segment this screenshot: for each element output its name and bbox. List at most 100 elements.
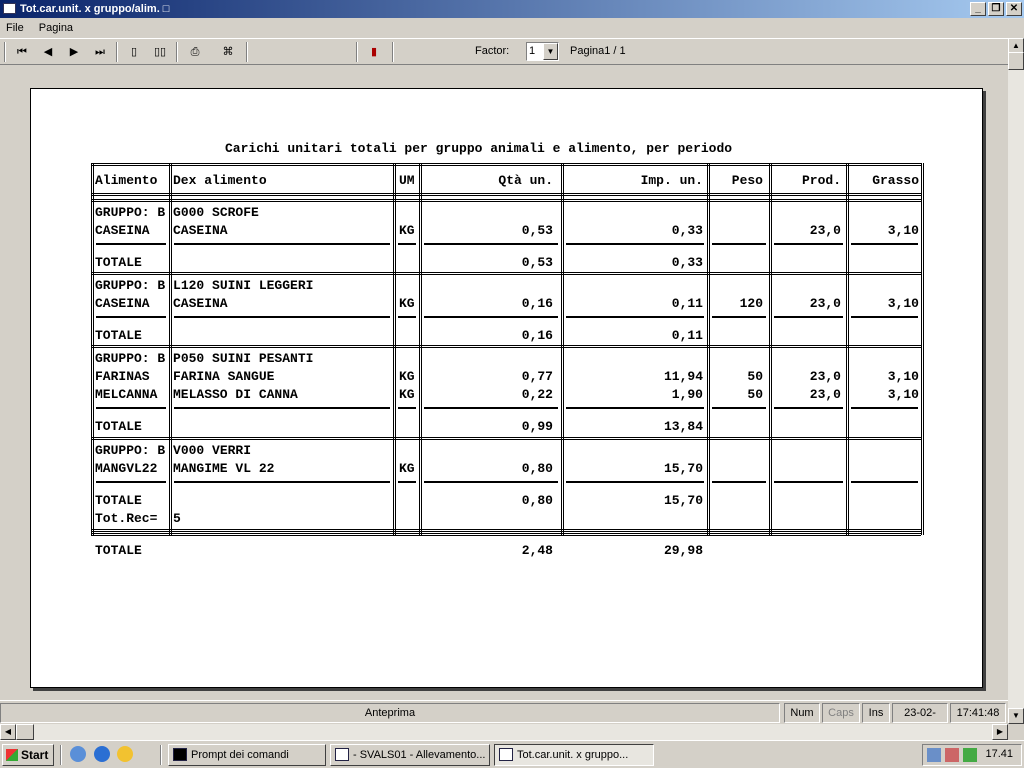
group-label: GRUPPO: B G000 SCROFE [95,205,259,220]
scroll-left-icon[interactable]: ◀ [0,724,16,740]
subtotal-rule [424,481,558,483]
data-cell: KG [399,296,415,311]
subtotal-rule [96,316,166,318]
network-icon[interactable] [927,748,941,762]
prev-page-icon[interactable]: ◀ [38,43,58,61]
system-tray: 17.41 [922,744,1022,766]
taskbar: Start Prompt dei comandi - SVALS01 - All… [0,740,1024,768]
column-header: Dex alimento [173,173,267,188]
title-bar[interactable]: Tot.car.unit. x gruppo/alim. □ _ ❐ ✕ [0,0,1024,18]
subtotal-rule [174,481,390,483]
subtotal-rule [398,407,416,409]
minimize-button[interactable]: _ [970,2,986,16]
table-top-rule [91,163,921,166]
data-cell: MANGIME VL 22 [173,461,275,476]
column-rule [419,163,422,535]
task-report[interactable]: Tot.car.unit. x gruppo... [494,744,654,766]
next-page-icon[interactable]: ▶ [64,43,84,61]
subtotal-rule [712,407,766,409]
data-cell: 23,0 [809,223,841,238]
window-icon [3,3,16,14]
export-icon[interactable]: ⌘ [218,43,238,61]
media-player-icon[interactable] [117,746,133,762]
column-rule [393,163,396,535]
desktop-icon[interactable] [70,746,86,762]
data-cell: KG [399,223,415,238]
subtotal-rule [712,481,766,483]
data-cell: 0,77 [521,369,553,384]
status-time: 17:41:48 [950,703,1006,723]
group-rule [91,529,921,532]
subtotal-rule [174,316,390,318]
close-button[interactable]: ✕ [1006,2,1022,16]
data-cell: 50 [747,369,763,384]
data-cell: 23,0 [809,296,841,311]
status-ins: Ins [862,703,890,723]
total-rec-value: 5 [173,511,181,526]
vertical-scrollbar[interactable]: ▲ ▼ [1008,38,1024,724]
hscroll-thumb[interactable] [16,724,34,740]
subtotal-rule [96,243,166,245]
total-imp: 15,70 [663,493,703,508]
task-svals[interactable]: - SVALS01 - Allevamento... [330,744,490,766]
data-cell: CASEINA [95,296,150,311]
subtotal-rule [566,243,704,245]
data-cell: 3,10 [887,296,919,311]
scroll-down-icon[interactable]: ▼ [1008,708,1024,724]
total-qty: 0,99 [521,419,553,434]
status-bar: Anteprima Num Caps Ins 23-02-2016 17:41:… [0,700,1008,724]
scroll-right-icon[interactable]: ▶ [992,724,1008,740]
last-page-icon[interactable]: ⏭ [90,43,110,61]
table-bottom-rule [91,533,921,536]
two-page-icon[interactable]: ▯▯ [150,43,170,61]
subtotal-rule [851,243,918,245]
single-page-icon[interactable]: ▯ [124,43,144,61]
start-button[interactable]: Start [2,744,54,766]
factor-select[interactable]: 1 ▼ [526,42,559,61]
status-date: 23-02-2016 [892,703,948,723]
data-cell: MELCANNA [95,387,158,402]
restore-button[interactable]: ❐ [988,2,1004,16]
factor-value: 1 [529,45,536,57]
data-cell: FARINAS [95,369,150,384]
status-caps: Caps [822,703,860,723]
data-cell: 0,11 [671,296,703,311]
status-main: Anteprima [0,703,780,723]
browser-icon[interactable] [94,746,110,762]
subtotal-rule [851,481,918,483]
chevron-down-icon[interactable]: ▼ [543,43,558,60]
data-cell: 23,0 [809,369,841,384]
total-label: TOTALE [95,419,142,434]
subtotal-rule [566,407,704,409]
print-icon[interactable]: ⎙ [185,43,205,61]
data-cell: 3,10 [887,387,919,402]
update-icon[interactable] [963,748,977,762]
column-rule [561,163,564,535]
subtotal-rule [398,243,416,245]
data-cell: 0,80 [521,461,553,476]
preview-area: Carichi unitari totali per gruppo animal… [0,66,1008,700]
report-page: Carichi unitari totali per gruppo animal… [30,88,983,688]
task-cmd[interactable]: Prompt dei comandi [168,744,326,766]
exit-door-icon[interactable]: ▮ [364,43,384,61]
total-qty: 0,16 [521,328,553,343]
first-page-icon[interactable]: ⏮ [12,43,32,61]
menu-pagina[interactable]: Pagina [33,18,79,38]
data-cell: 0,22 [521,387,553,402]
subtotal-rule [774,481,843,483]
column-rule [769,163,772,535]
group-rule [91,345,921,348]
scroll-thumb[interactable] [1008,52,1024,70]
total-label: TOTALE [95,328,142,343]
data-cell: 11,94 [663,369,703,384]
column-rule [91,163,94,535]
security-icon[interactable] [945,748,959,762]
status-num: Num [784,703,820,723]
data-cell: 120 [739,296,763,311]
subtotal-rule [174,407,390,409]
data-cell: 1,90 [671,387,703,402]
menu-file[interactable]: File [0,18,30,38]
column-header: Imp. un. [640,173,703,188]
horizontal-scrollbar[interactable]: ◀ ▶ [0,724,1008,740]
column-rule [921,163,924,535]
